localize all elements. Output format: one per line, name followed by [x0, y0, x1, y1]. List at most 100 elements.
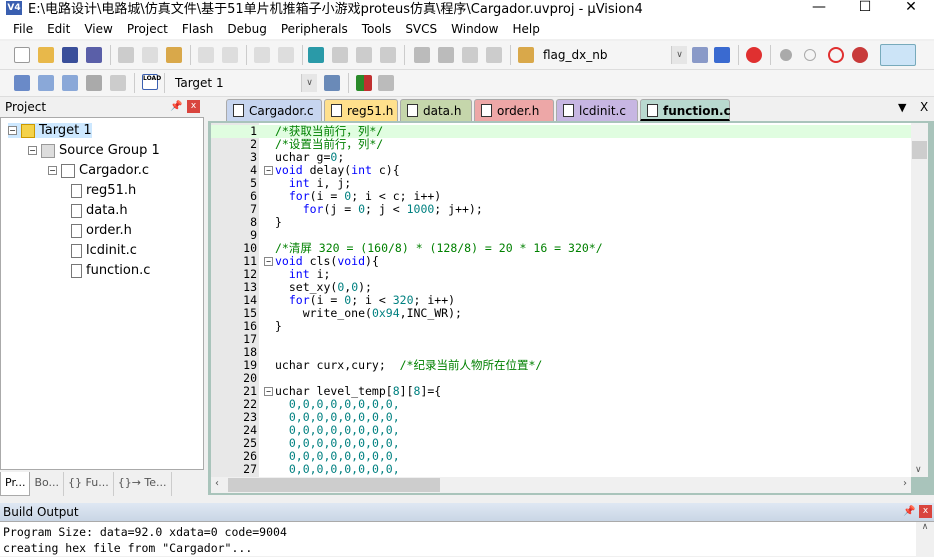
stop-build-icon[interactable]: [110, 75, 126, 91]
vertical-scrollbar[interactable]: ∨: [911, 123, 928, 477]
panel-tab[interactable]: {} Fu...: [64, 472, 114, 496]
tree-item-file[interactable]: order.h: [71, 223, 132, 238]
target-options-wand-icon[interactable]: [324, 75, 340, 91]
tab-list-dropdown[interactable]: ▼: [898, 101, 906, 114]
menu-edit[interactable]: Edit: [40, 19, 77, 39]
batch-build-icon[interactable]: [86, 75, 102, 91]
translate-icon[interactable]: [14, 75, 30, 91]
tree-label: lcdinit.c: [86, 243, 137, 258]
tab-label: function.c: [663, 104, 731, 118]
cut-icon[interactable]: [118, 47, 134, 63]
tree-item-cargador-c[interactable]: − Cargador.c: [48, 163, 149, 178]
maximize-button[interactable]: ☐: [842, 0, 888, 18]
menu-help[interactable]: Help: [505, 19, 546, 39]
build-output-scrollbar[interactable]: ∧: [916, 522, 934, 557]
tab-reg51-h[interactable]: reg51.h: [324, 99, 398, 121]
fold-toggle-icon[interactable]: −: [264, 387, 273, 396]
menu-debug[interactable]: Debug: [220, 19, 273, 39]
find-icon[interactable]: [692, 47, 708, 63]
chevron-down-icon[interactable]: ∨: [301, 74, 317, 92]
debug-session-icon[interactable]: [746, 47, 762, 63]
tree-item-source-group[interactable]: − Source Group 1: [28, 143, 160, 158]
menu-svcs[interactable]: SVCS: [398, 19, 444, 39]
prev-bookmark-icon[interactable]: [332, 47, 348, 63]
select-packs-icon[interactable]: [378, 75, 394, 91]
panel-tab[interactable]: Bo...: [30, 472, 65, 496]
build-icon[interactable]: [38, 75, 54, 91]
window-layout-button[interactable]: [880, 44, 916, 66]
comment-icon[interactable]: [462, 47, 478, 63]
kill-breakpoints-icon[interactable]: [852, 47, 868, 63]
tab-order-h[interactable]: order.h: [474, 99, 554, 121]
panel-tab[interactable]: Pr...: [0, 472, 31, 496]
tree-item-file[interactable]: lcdinit.c: [71, 243, 137, 258]
horizontal-scroll-thumb[interactable]: [228, 478, 440, 492]
unindent-icon[interactable]: [438, 47, 454, 63]
scroll-down-icon[interactable]: ∨: [915, 465, 922, 475]
breakpoint-icon[interactable]: [780, 49, 792, 61]
uncomment-icon[interactable]: [486, 47, 502, 63]
tree-item-file[interactable]: reg51.h: [71, 183, 136, 198]
fold-toggle-icon[interactable]: −: [264, 257, 273, 266]
minimize-button[interactable]: —: [796, 0, 842, 18]
find-combo[interactable]: flag_dx_nb ∨: [538, 45, 688, 65]
fold-toggle-icon[interactable]: −: [264, 166, 273, 175]
close-tab-button[interactable]: X: [920, 100, 928, 114]
close-panel-button[interactable]: x: [187, 100, 200, 113]
copy-icon[interactable]: [142, 47, 158, 63]
save-icon[interactable]: [62, 47, 78, 63]
menu-peripherals[interactable]: Peripherals: [274, 19, 355, 39]
save-all-icon[interactable]: [86, 47, 102, 63]
tab-data-h[interactable]: data.h: [400, 99, 472, 121]
collapse-icon[interactable]: −: [28, 146, 37, 155]
target-select[interactable]: Target 1 ∨: [170, 73, 318, 93]
code-area[interactable]: 1/*获取当前行，列*/2/*设置当前行，列*/3 uchar g=0; 4− voi…: [211, 123, 911, 477]
collapse-icon[interactable]: −: [8, 126, 17, 135]
pin-icon[interactable]: 📌: [170, 98, 182, 116]
horizontal-scrollbar[interactable]: ‹ ›: [211, 477, 911, 493]
tree-item-target[interactable]: − Target 1: [8, 123, 92, 138]
open-folder-icon[interactable]: [38, 47, 54, 63]
tree-item-file[interactable]: function.c: [71, 263, 150, 278]
pin-icon[interactable]: 📌: [903, 503, 915, 521]
indent-icon[interactable]: [414, 47, 430, 63]
manage-components-icon[interactable]: [356, 75, 372, 91]
tree-item-file[interactable]: data.h: [71, 203, 128, 218]
disable-breakpoint-icon[interactable]: [804, 49, 816, 61]
menu-window[interactable]: Window: [444, 19, 505, 39]
bookmark-icon[interactable]: [308, 47, 324, 63]
tab-function-c[interactable]: function.c: [640, 99, 731, 121]
close-panel-button[interactable]: x: [919, 505, 932, 518]
download-load-icon[interactable]: LOAD: [142, 74, 161, 90]
tab-lcdinit-c[interactable]: lcdinit.c: [556, 99, 638, 121]
panel-tab[interactable]: {}→ Te...: [114, 472, 172, 496]
file-icon: [71, 263, 82, 278]
redo-icon[interactable]: [222, 47, 238, 63]
build-output-line: Program Size: data=92.0 xdata=0 code=900…: [3, 525, 287, 539]
menu-file[interactable]: File: [6, 19, 40, 39]
new-file-icon[interactable]: [14, 47, 30, 63]
find-in-files-icon[interactable]: [518, 47, 534, 63]
tab-Cargador-c[interactable]: Cargador.c: [226, 99, 322, 121]
code-token: int: [288, 176, 310, 190]
paste-icon[interactable]: [166, 47, 182, 63]
menu-view[interactable]: View: [77, 19, 119, 39]
scroll-right-icon[interactable]: ›: [903, 478, 907, 489]
clear-bookmarks-icon[interactable]: [380, 47, 396, 63]
navigate-back-icon[interactable]: [254, 47, 270, 63]
undo-icon[interactable]: [198, 47, 214, 63]
chevron-down-icon[interactable]: ∨: [671, 46, 687, 64]
navigate-forward-icon[interactable]: [278, 47, 294, 63]
menu-tools[interactable]: Tools: [355, 19, 399, 39]
menu-project[interactable]: Project: [120, 19, 175, 39]
disable-all-breakpoints-icon[interactable]: [828, 47, 844, 63]
next-bookmark-icon[interactable]: [356, 47, 372, 63]
rebuild-icon[interactable]: [62, 75, 78, 91]
scroll-left-icon[interactable]: ‹: [215, 478, 219, 489]
incremental-find-icon[interactable]: [714, 47, 730, 63]
close-window-button[interactable]: ✕: [888, 0, 934, 18]
menu-flash[interactable]: Flash: [175, 19, 220, 39]
collapse-icon[interactable]: −: [48, 166, 57, 175]
